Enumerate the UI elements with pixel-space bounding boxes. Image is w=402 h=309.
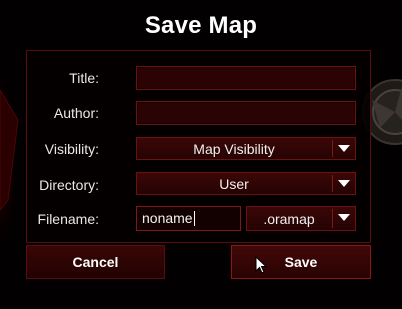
extension-value: .oramap: [263, 211, 315, 227]
visibility-label: Visibility:: [44, 141, 99, 157]
directory-value: User: [219, 176, 249, 192]
filename-value: noname: [142, 210, 193, 226]
text-caret: [193, 211, 195, 226]
mouse-pointer-icon: [255, 256, 267, 274]
visibility-dropdown[interactable]: Map Visibility: [136, 137, 356, 160]
chevron-down-icon[interactable]: [333, 173, 355, 194]
chevron-down-icon[interactable]: [333, 207, 355, 230]
save-button[interactable]: Save: [231, 245, 371, 279]
chevron-down-icon[interactable]: [333, 138, 355, 159]
title-input[interactable]: [136, 66, 356, 90]
author-input[interactable]: [136, 101, 356, 125]
author-label: Author:: [53, 105, 99, 121]
cancel-button[interactable]: Cancel: [26, 245, 165, 279]
directory-label: Directory:: [39, 177, 99, 193]
title-label: Title:: [69, 70, 99, 86]
save-map-screen: Save Map Title: Author: Visibility: Map …: [0, 0, 402, 309]
extension-dropdown[interactable]: .oramap: [246, 206, 356, 231]
filename-label: Filename:: [37, 211, 99, 227]
filename-input[interactable]: noname: [136, 206, 241, 231]
directory-dropdown[interactable]: User: [136, 172, 356, 195]
dialog-title: Save Map: [144, 12, 258, 39]
visibility-value: Map Visibility: [193, 141, 275, 157]
save-map-panel: Title: Author: Visibility: Map Visibilit…: [26, 50, 371, 243]
